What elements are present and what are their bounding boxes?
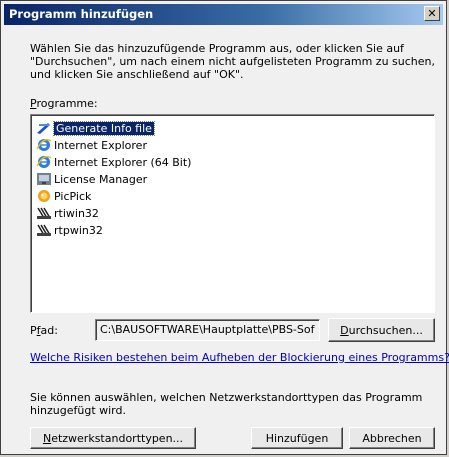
network-types-button[interactable]: Netzwerkstandorttypen... <box>30 427 196 449</box>
rtpwin32-icon <box>36 223 52 237</box>
network-mnemonic: N <box>42 431 52 445</box>
network-types-text: Sie können auswählen, welchen Netzwerkst… <box>30 391 423 417</box>
rtiwin32-icon <box>36 206 52 220</box>
list-item[interactable]: Internet Explorer <box>36 137 147 153</box>
programs-label: Programme: <box>30 97 98 110</box>
browse-button[interactable]: Durchsuchen... <box>328 318 435 342</box>
close-button[interactable]: ✕ <box>424 6 440 21</box>
list-item-label: Internet Explorer <box>54 138 147 152</box>
add-button[interactable]: Hinzufügen <box>251 427 343 449</box>
dialog-title: Programm hinzufügen <box>9 7 154 21</box>
path-field[interactable]: C:\BAUSOFTWARE\Hauptplatte\PBS-Sof <box>95 319 320 341</box>
list-item[interactable]: Generate Info file <box>36 120 155 136</box>
list-item[interactable]: PicPick <box>36 188 91 204</box>
browse-mnemonic: D <box>340 323 349 337</box>
risk-info-link[interactable]: Welche Risiken bestehen beim Aufheben de… <box>30 351 449 364</box>
browse-label-rest: urchsuchen... <box>348 323 423 337</box>
list-item[interactable]: Internet Explorer (64 Bit) <box>36 154 191 170</box>
close-icon: ✕ <box>427 7 437 20</box>
add-program-dialog: Programm hinzufügen ✕ Wählen Sie das hin… <box>0 0 449 455</box>
cancel-button[interactable]: Abbrechen <box>349 427 435 449</box>
list-item-label: Generate Info file <box>53 120 155 136</box>
title-bar[interactable]: Programm hinzufügen ✕ <box>4 4 443 25</box>
list-item-label: rtiwin32 <box>54 206 99 220</box>
path-label-start: P <box>30 324 37 337</box>
programs-label-rest: rogramme: <box>36 97 98 110</box>
path-label-rest: ad: <box>40 324 58 337</box>
list-item[interactable]: rtpwin32 <box>36 222 103 238</box>
list-item[interactable]: License Manager <box>36 171 147 187</box>
list-item-label: PicPick <box>54 189 92 203</box>
list-item[interactable]: rtiwin32 <box>36 205 99 221</box>
list-item-label: rtpwin32 <box>54 223 103 237</box>
internet-explorer-icon <box>36 155 52 169</box>
internet-explorer-icon <box>36 138 52 152</box>
list-item-label: License Manager <box>54 172 148 186</box>
network-label-rest: etzwerkstandorttypen... <box>51 431 184 445</box>
instructions-text: Wählen Sie das hinzuzufügende Programm a… <box>30 42 435 81</box>
picpick-icon <box>36 189 52 203</box>
programs-list[interactable]: Generate Info file Internet Explorer Int… <box>30 114 435 313</box>
path-label: Pfad: <box>30 324 58 337</box>
generate-info-icon <box>36 121 52 135</box>
list-item-label: Internet Explorer (64 Bit) <box>54 155 192 169</box>
license-manager-icon <box>36 172 52 186</box>
